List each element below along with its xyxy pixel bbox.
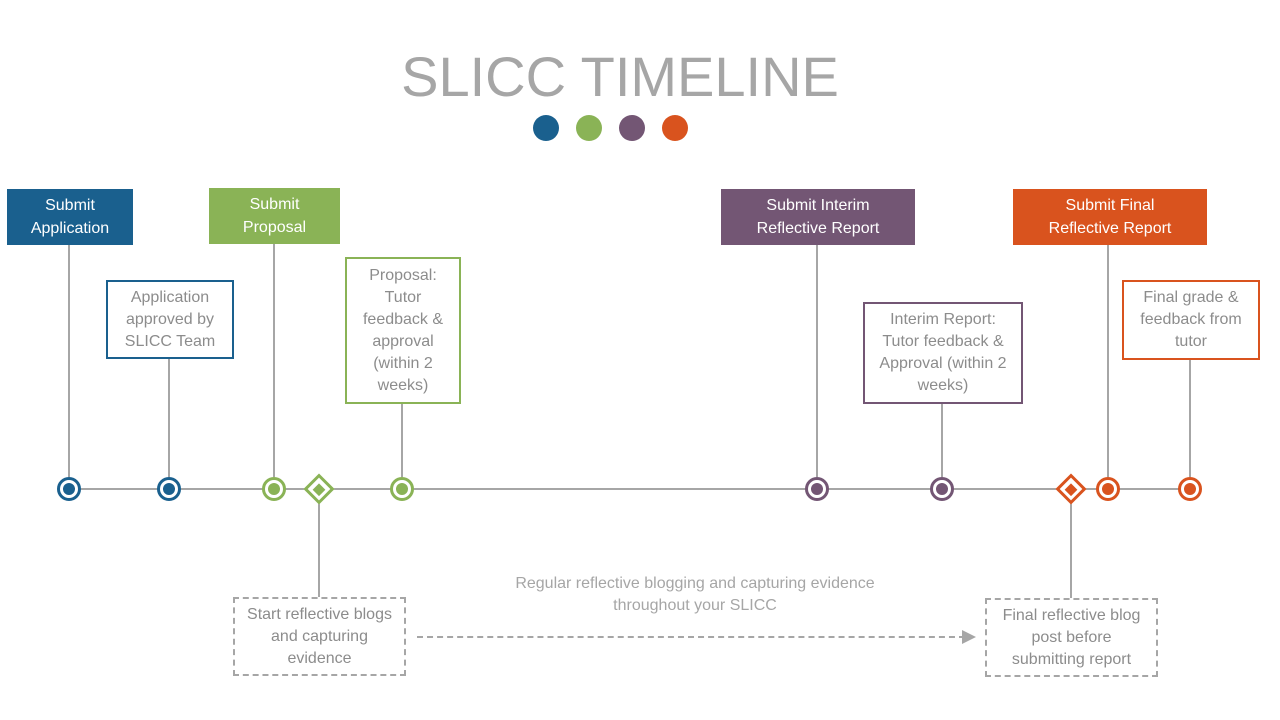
feedback-final-grade: Final grade & feedback from tutor [1122,280,1260,360]
legend-dot-purple [619,115,645,141]
timeline-node-submit-application [57,477,81,501]
connector [1070,500,1072,598]
timeline-node-proposal-approval [390,477,414,501]
legend-dot-blue [533,115,559,141]
blog-final-box: Final reflective blog post before submit… [985,598,1158,677]
feedback-application-approved: Application approved by SLICC Team [106,280,234,359]
milestone-label: Submit Proposal [242,196,307,236]
connector [401,403,403,477]
milestone-label: Submit Final Reflective Report [1048,197,1172,237]
connector [168,358,170,477]
timeline-node-final-grade [1178,477,1202,501]
blog-label: Final reflective blog post before submit… [1002,606,1141,668]
milestone-label: Submit Interim Reflective Report [756,197,880,237]
legend-dot-orange [662,115,688,141]
milestone-submit-proposal: Submit Proposal [209,188,340,244]
feedback-interim-approval: Interim Report: Tutor feedback & Approva… [863,302,1023,404]
connector [1189,359,1191,477]
connector [318,500,320,597]
feedback-label: Application approved by SLICC Team [124,288,216,350]
connector [1107,245,1109,477]
timeline-node-submit-final [1096,477,1120,501]
blog-label: Start reflective blogs and capturing evi… [247,605,392,667]
blog-start-box: Start reflective blogs and capturing evi… [233,597,406,676]
feedback-label: Interim Report: Tutor feedback & Approva… [879,311,1007,394]
milestone-label: Submit Application [30,197,110,237]
timeline-axis [70,488,1190,490]
blog-arrow-line [417,636,965,638]
connector [273,244,275,477]
connector [68,245,70,477]
feedback-proposal-approval: Proposal: Tutor feedback & approval (wit… [345,257,461,404]
feedback-label: Final grade & feedback from tutor [1140,289,1242,350]
timeline-diamond-final-blog [1055,473,1087,505]
connector [941,403,943,477]
connector [816,245,818,477]
milestone-submit-interim-report: Submit Interim Reflective Report [721,189,915,245]
timeline-node-application-approved [157,477,181,501]
page-title: SLICC TIMELINE [401,45,839,108]
timeline-node-submit-interim [805,477,829,501]
milestone-submit-application: Submit Application [7,189,133,245]
milestone-submit-final-report: Submit Final Reflective Report [1013,189,1207,245]
feedback-label: Proposal: Tutor feedback & approval (wit… [362,266,444,394]
blog-note: Regular reflective blogging and capturin… [515,575,875,614]
timeline-node-submit-proposal [262,477,286,501]
arrow-head-icon [962,630,976,644]
timeline-diamond-start-blogs [303,473,335,505]
timeline-node-interim-approval [930,477,954,501]
legend-dot-green [576,115,602,141]
